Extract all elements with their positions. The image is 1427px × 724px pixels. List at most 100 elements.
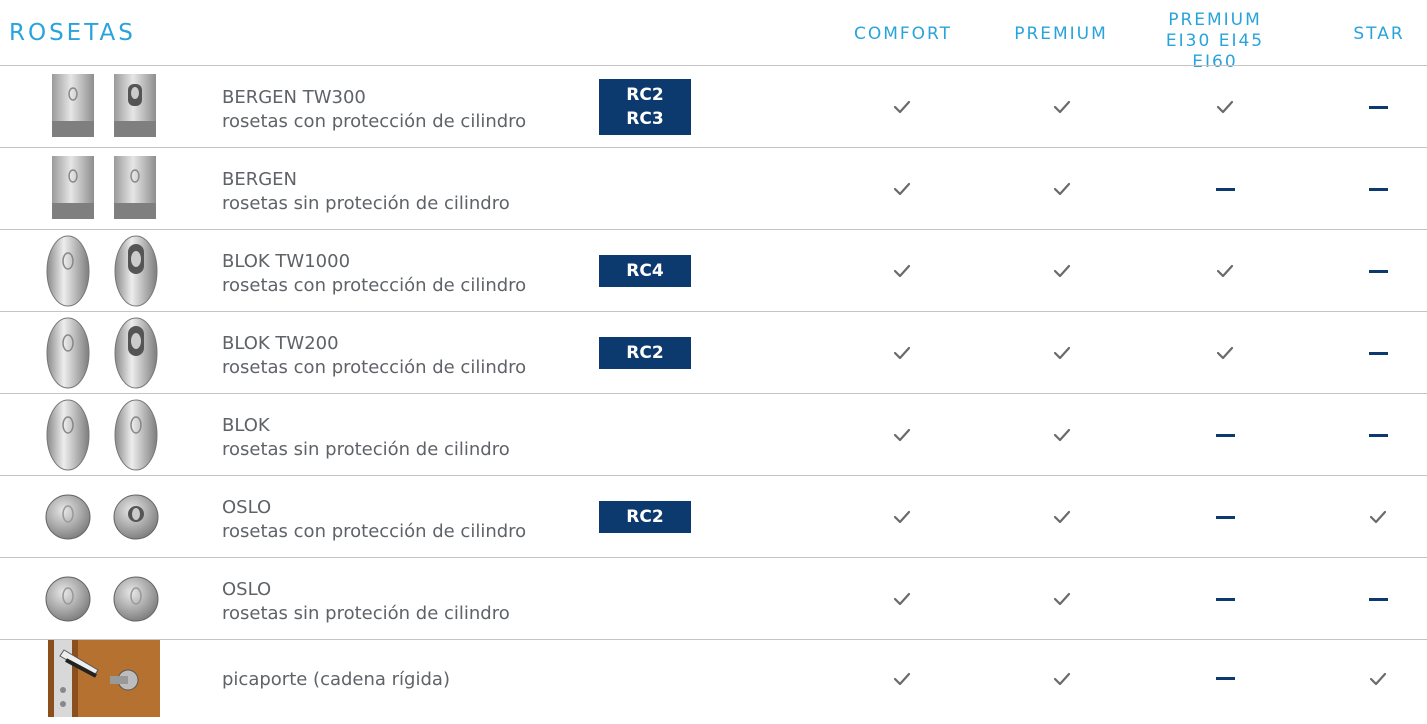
product-description: rosetas con protección de cilindro xyxy=(222,111,527,132)
door-chain-photo-icon xyxy=(40,640,170,717)
cell-premium xyxy=(1042,640,1082,717)
dash-icon xyxy=(1368,433,1388,437)
bergen-square-icon xyxy=(40,148,170,230)
cell-premium xyxy=(1042,394,1082,476)
cell-star xyxy=(1358,66,1398,148)
cell-premium-ei xyxy=(1205,476,1245,558)
cell-comfort xyxy=(882,558,922,640)
check-icon xyxy=(1216,100,1234,114)
cell-comfort xyxy=(882,394,922,476)
product-name: OSLO rosetas sin proteción de cilindro xyxy=(222,578,510,626)
product-title: BERGEN TW300 xyxy=(222,87,366,108)
product-title: BLOK TW1000 xyxy=(222,251,351,272)
product-title: BLOK TW200 xyxy=(222,333,339,354)
product-title: OSLO xyxy=(222,579,272,600)
column-header-premium-ei-title: PREMIUM xyxy=(1168,10,1262,30)
badge-label: RC2 xyxy=(626,85,664,105)
product-description: rosetas con protección de cilindro xyxy=(222,521,527,542)
bergen-square-icon xyxy=(40,66,170,148)
check-icon xyxy=(1053,672,1071,685)
product-description: rosetas con protección de cilindro xyxy=(222,357,527,378)
product-name: picaporte (cadena rígida) xyxy=(222,668,450,692)
check-icon xyxy=(893,428,911,442)
cell-premium-ei xyxy=(1205,148,1245,230)
check-icon xyxy=(1053,100,1071,114)
cell-comfort xyxy=(882,148,922,230)
cell-premium-ei xyxy=(1205,312,1245,394)
check-icon xyxy=(1216,346,1234,360)
oslo-round-icon xyxy=(40,558,170,640)
dash-icon xyxy=(1215,677,1235,680)
resistance-class-badge: RC4 xyxy=(599,255,691,287)
check-icon xyxy=(893,182,911,196)
cell-premium-ei xyxy=(1205,558,1245,640)
cell-comfort xyxy=(882,640,922,717)
column-header-premium: PREMIUM xyxy=(1014,24,1108,44)
table-row: BLOK rosetas sin proteción de cilindro xyxy=(0,393,1427,475)
check-icon xyxy=(1216,264,1234,278)
product-description: rosetas sin proteción de cilindro xyxy=(222,439,510,460)
blok-oval-icon xyxy=(40,312,170,394)
cell-star xyxy=(1358,230,1398,312)
product-name: BERGEN TW300 rosetas con protección de ci… xyxy=(222,86,526,134)
check-icon xyxy=(893,672,911,685)
product-name: BLOK rosetas sin proteción de cilindro xyxy=(222,414,510,462)
check-icon xyxy=(1053,346,1071,360)
dash-icon xyxy=(1368,105,1388,109)
table-row: BLOK TW1000 rosetas con protección de cil… xyxy=(0,229,1427,311)
product-name: BERGEN rosetas sin proteción de cilindro xyxy=(222,168,510,216)
badge-label: RC2 xyxy=(626,343,664,363)
table-row: picaporte (cadena rígida) xyxy=(0,639,1427,717)
table-row: BERGEN rosetas sin proteción de cilindro xyxy=(0,147,1427,229)
column-header-star: STAR xyxy=(1353,24,1405,44)
cell-premium-ei xyxy=(1205,230,1245,312)
check-icon xyxy=(1369,510,1387,524)
check-icon xyxy=(1053,264,1071,278)
rosetas-table: BERGEN TW300 rosetas con protección de ci… xyxy=(0,65,1427,717)
cell-star xyxy=(1358,640,1398,717)
product-title: OSLO xyxy=(222,497,272,518)
product-description: rosetas con protección de cilindro xyxy=(222,275,527,296)
dash-icon xyxy=(1368,597,1388,601)
cell-premium xyxy=(1042,230,1082,312)
cell-comfort xyxy=(882,312,922,394)
dash-icon xyxy=(1368,269,1388,273)
check-icon xyxy=(893,100,911,114)
cell-premium-ei xyxy=(1205,394,1245,476)
check-icon xyxy=(1053,182,1071,196)
product-name: BLOK TW200 rosetas con protección de cili… xyxy=(222,332,526,380)
blok-oval-icon xyxy=(40,394,170,476)
oslo-round-icon xyxy=(40,476,170,558)
product-description: rosetas sin proteción de cilindro xyxy=(222,603,510,624)
table-row: OSLO rosetas con protección de cilindro RC… xyxy=(0,475,1427,557)
cell-premium xyxy=(1042,148,1082,230)
column-header-comfort: COMFORT xyxy=(853,24,953,44)
product-name: OSLO rosetas con protección de cilindro xyxy=(222,496,526,544)
blok-oval-icon xyxy=(40,230,170,312)
dash-icon xyxy=(1368,187,1388,191)
table-row: BLOK TW200 rosetas con protección de cili… xyxy=(0,311,1427,393)
cell-star xyxy=(1358,312,1398,394)
badge-label: RC4 xyxy=(626,261,664,281)
cell-premium xyxy=(1042,476,1082,558)
cell-comfort xyxy=(882,476,922,558)
cell-star xyxy=(1358,476,1398,558)
cell-star xyxy=(1358,558,1398,640)
product-title: picaporte (cadena rígida) xyxy=(222,669,450,690)
resistance-class-badge: RC2 xyxy=(599,501,691,533)
product-description: rosetas sin proteción de cilindro xyxy=(222,193,510,214)
table-row: OSLO rosetas sin proteción de cilindro xyxy=(0,557,1427,639)
cell-premium xyxy=(1042,558,1082,640)
table-row: BERGEN TW300 rosetas con protección de ci… xyxy=(0,65,1427,147)
check-icon xyxy=(1053,428,1071,442)
check-icon xyxy=(1369,672,1387,685)
check-icon xyxy=(893,346,911,360)
page-title: ROSETAS xyxy=(9,20,136,46)
cell-comfort xyxy=(882,230,922,312)
dash-icon xyxy=(1215,433,1235,437)
cell-premium xyxy=(1042,66,1082,148)
cell-premium-ei xyxy=(1205,66,1245,148)
check-icon xyxy=(893,510,911,524)
check-icon xyxy=(1053,510,1071,524)
cell-comfort xyxy=(882,66,922,148)
